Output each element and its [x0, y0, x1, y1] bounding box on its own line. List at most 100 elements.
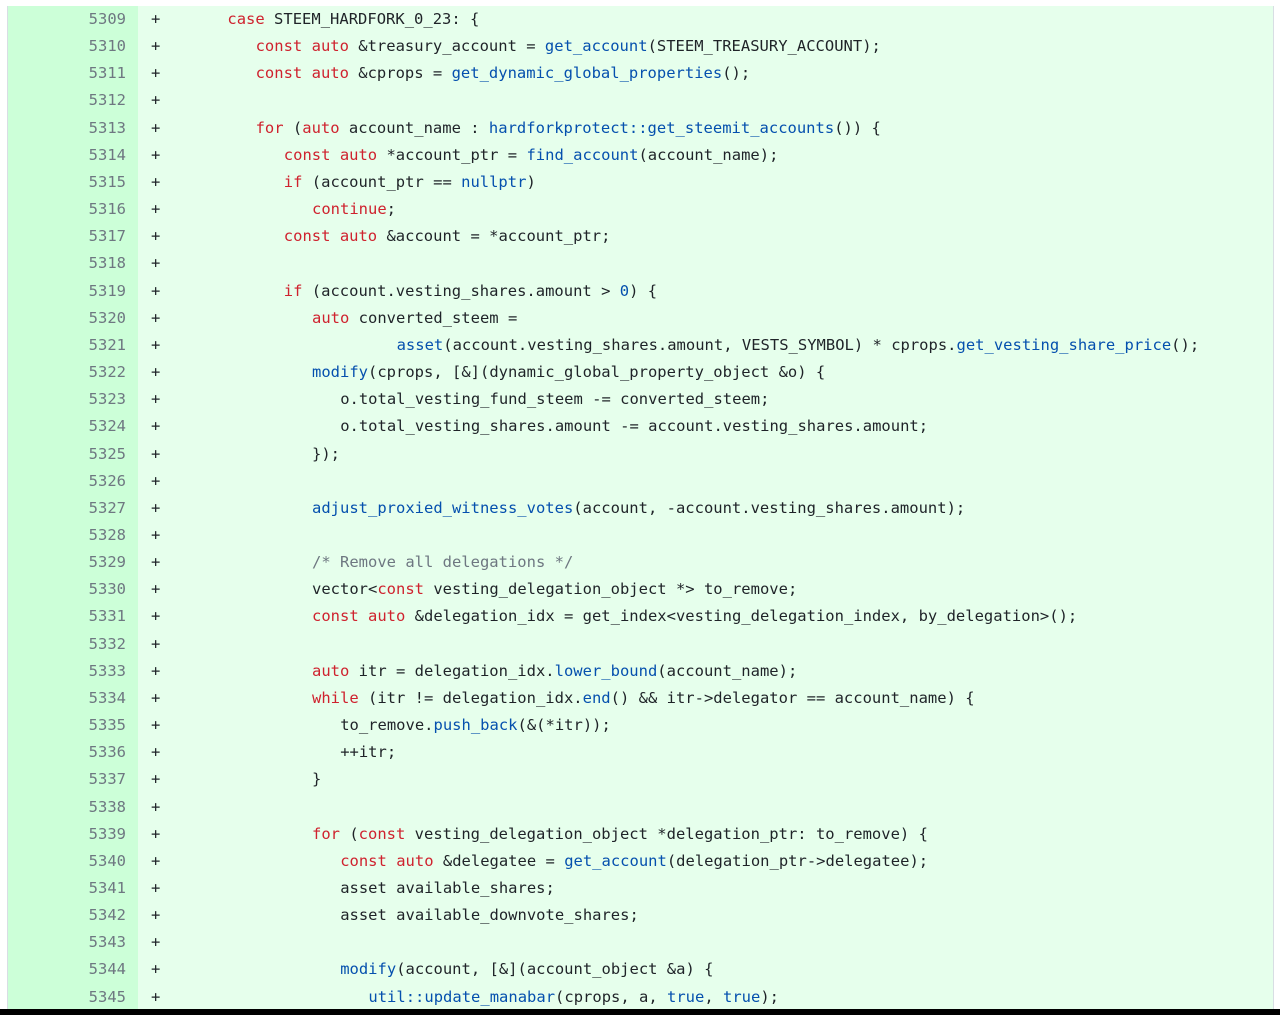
code-token-keyword: const: [255, 37, 303, 56]
line-number[interactable]: 5342: [8, 902, 126, 929]
code-token-text: account_name :: [339, 118, 489, 137]
code-token-text: (cprops, a,: [555, 987, 668, 1006]
code-content: }: [171, 766, 1273, 793]
code-content: o.total_vesting_shares.amount -= account…: [171, 413, 1273, 440]
line-number[interactable]: 5319: [8, 278, 126, 305]
addition-marker: +: [151, 118, 161, 137]
code-token-text: ();: [1171, 335, 1200, 354]
code-token-text: (delegation_ptr->delegatee);: [666, 851, 929, 870]
line-number[interactable]: 5343: [8, 929, 126, 956]
addition-marker: +: [151, 200, 161, 219]
code-token-func: modify: [340, 960, 397, 979]
line-number[interactable]: 5318: [8, 250, 126, 277]
addition-marker: +: [151, 987, 161, 1006]
line-number[interactable]: 5332: [8, 631, 126, 658]
window-bottom-edge: [0, 1009, 1280, 1015]
line-number[interactable]: 5313: [8, 115, 126, 142]
line-number[interactable]: 5334: [8, 685, 126, 712]
line-number[interactable]: 5312: [8, 87, 126, 114]
code-content: /* Remove all delegations */: [171, 549, 1273, 576]
code-token-text: asset available_downvote_shares;: [340, 906, 639, 925]
line-number[interactable]: 5329: [8, 549, 126, 576]
line-number[interactable]: 5331: [8, 603, 126, 630]
diff-line: 5336 + ++itr;: [8, 739, 1273, 766]
diff-line: 5311 + const auto &cprops = get_dynamic_gl…: [8, 60, 1273, 87]
line-number[interactable]: 5345: [8, 984, 126, 1009]
addition-marker: +: [151, 145, 161, 164]
code-content: });: [171, 441, 1273, 468]
code-token-text: });: [312, 444, 340, 463]
addition-marker: +: [151, 797, 161, 816]
code-token-text: (&(*itr));: [517, 716, 611, 735]
line-number[interactable]: 5315: [8, 169, 126, 196]
line-number[interactable]: 5330: [8, 576, 126, 603]
code-token-func: adjust_proxied_witness_votes: [312, 498, 574, 517]
addition-marker: +: [151, 770, 161, 789]
line-number[interactable]: 5339: [8, 821, 126, 848]
code-content: if (account.vesting_shares.amount > 0) {: [171, 278, 1273, 305]
line-number[interactable]: 5311: [8, 60, 126, 87]
code-token-text: );: [760, 987, 780, 1006]
line-number[interactable]: 5335: [8, 712, 126, 739]
addition-marker: +: [151, 498, 161, 517]
line-number[interactable]: 5344: [8, 956, 126, 983]
code-token-text: &account = *account_ptr;: [377, 227, 611, 246]
line-number[interactable]: 5327: [8, 495, 126, 522]
diff-line: 5339 + for (const vesting_delegation_objec…: [8, 821, 1273, 848]
addition-marker: +: [151, 172, 161, 191]
code-content: modify(cprops, [&](dynamic_global_proper…: [171, 359, 1273, 386]
line-number[interactable]: 5333: [8, 658, 126, 685]
code-token-func: asset: [396, 335, 444, 354]
line-number[interactable]: 5325: [8, 441, 126, 468]
code-token-func: get_account: [544, 37, 648, 56]
code-token-func: modify: [312, 363, 368, 382]
code-token-text: ,: [704, 987, 724, 1006]
addition-marker: +: [151, 553, 161, 572]
line-number[interactable]: 5309: [8, 6, 126, 33]
line-number[interactable]: 5314: [8, 142, 126, 169]
line-number[interactable]: 5338: [8, 794, 126, 821]
diff-line: 5313 + for (auto account_name : hardforkpr…: [8, 115, 1273, 142]
code-content: const auto &treasury_account = get_accou…: [171, 33, 1273, 60]
diff-line: 5338 +: [8, 794, 1273, 821]
line-number[interactable]: 5316: [8, 196, 126, 223]
code-content: while (itr != delegation_idx.end() && it…: [171, 685, 1273, 712]
line-number[interactable]: 5310: [8, 33, 126, 60]
code-token-keyword: auto: [368, 607, 406, 626]
line-number[interactable]: 5326: [8, 468, 126, 495]
line-number[interactable]: 5323: [8, 386, 126, 413]
code-content: modify(account, [&](account_object &a) {: [171, 956, 1273, 983]
line-number[interactable]: 5341: [8, 875, 126, 902]
code-content: util::update_manabar(cprops, a, true, tr…: [171, 984, 1273, 1009]
code-token-func: hardforkprotect::get_steemit_accounts: [488, 118, 835, 137]
line-number[interactable]: 5317: [8, 223, 126, 250]
diff-line: 5329 + /* Remove all delegations */: [8, 549, 1273, 576]
line-number[interactable]: 5328: [8, 522, 126, 549]
diff-line: 5330 + vector<const vesting_delegation_obj…: [8, 576, 1273, 603]
line-number[interactable]: 5337: [8, 766, 126, 793]
code-token-keyword: if: [283, 172, 303, 191]
code-token-text: ();: [722, 64, 751, 83]
addition-marker: +: [151, 444, 161, 463]
code-token-func: util::update_manabar: [368, 987, 556, 1006]
code-token-text: *account_ptr =: [377, 145, 527, 164]
diff-line: 5326 +: [8, 468, 1273, 495]
code-token-text: &delegatee =: [433, 851, 565, 870]
line-number[interactable]: 5321: [8, 332, 126, 359]
line-number[interactable]: 5340: [8, 848, 126, 875]
diff-line: 5333 + auto itr = delegation_idx.lower_bou…: [8, 658, 1273, 685]
addition-marker: +: [151, 227, 161, 246]
code-token-text: (account.vesting_shares.amount >: [302, 281, 620, 300]
addition-marker: +: [151, 661, 161, 680]
line-number[interactable]: 5320: [8, 305, 126, 332]
line-number[interactable]: 5324: [8, 413, 126, 440]
line-number[interactable]: 5336: [8, 739, 126, 766]
code-token-keyword: if: [283, 281, 303, 300]
code-token-text: (account, -account.vesting_shares.amount…: [573, 498, 966, 517]
code-token-text: (: [340, 824, 359, 843]
code-token-text: (STEEM_TREASURY_ACCOUNT);: [647, 37, 881, 56]
code-content: auto converted_steem =: [171, 305, 1273, 332]
line-number[interactable]: 5322: [8, 359, 126, 386]
diff-line: 5331 + const auto &delegation_idx = get_in…: [8, 603, 1273, 630]
